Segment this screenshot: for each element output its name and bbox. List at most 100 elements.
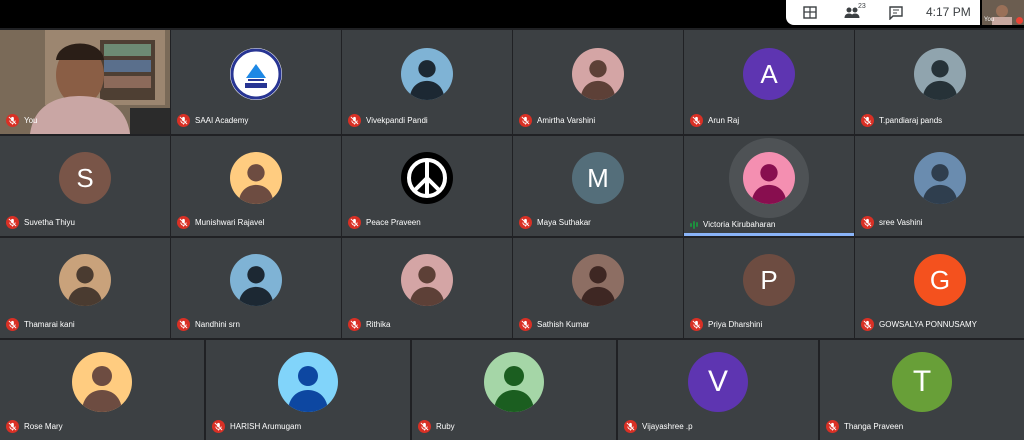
participant-tile[interactable]: P Priya Dharshini [684, 238, 854, 338]
participant-label: SAAI Academy [177, 114, 248, 127]
peace-icon [401, 152, 453, 204]
participant-label: Victoria Kirubaharan [690, 220, 775, 229]
participant-tile[interactable]: Sathish Kumar [513, 238, 683, 338]
mic-off-icon [861, 216, 874, 229]
participant-tile[interactable]: Victoria Kirubaharan [684, 136, 854, 236]
participant-name: Thamarai kani [24, 320, 75, 329]
mic-off-icon [6, 420, 19, 433]
participant-label: sree Vashini [861, 216, 922, 229]
participant-tile[interactable]: V Vijayashree .p [618, 340, 818, 440]
participant-name: Vivekpandi Pandi [366, 116, 428, 125]
mic-off-icon [861, 318, 874, 331]
participant-tile[interactable]: T Thanga Praveen [820, 340, 1024, 440]
participant-name: Munishwari Rajavel [195, 218, 265, 227]
avatar-initial: M [572, 152, 624, 204]
participant-name: Amirtha Varshini [537, 116, 596, 125]
participant-tile[interactable]: Rose Mary [0, 340, 204, 440]
participant-name: Maya Suthakar [537, 218, 591, 227]
audio-level-icon [690, 220, 698, 229]
avatar-initial: G [914, 254, 966, 306]
participant-label: Rose Mary [6, 420, 63, 433]
participant-name: SAAI Academy [195, 116, 249, 125]
mic-off-icon [519, 318, 532, 331]
participant-tile[interactable]: G GOWSALYA PONNUSAMY [855, 238, 1024, 338]
avatar-photo [230, 254, 282, 306]
participant-label: Priya Dharshini [690, 318, 762, 331]
meeting-details-icon[interactable] [802, 5, 818, 20]
avatar-photo [484, 352, 544, 412]
participant-tile[interactable]: HARISH Arumugam [206, 340, 410, 440]
participant-name: Arun Raj [708, 116, 740, 125]
participant-tile[interactable]: Rithika [342, 238, 512, 338]
participant-name: Sathish Kumar [537, 320, 590, 329]
mic-off-icon [6, 216, 19, 229]
participant-name: Nandhini srn [195, 320, 240, 329]
mic-off-icon [1016, 17, 1023, 24]
mic-off-icon [519, 114, 532, 127]
participant-tile[interactable]: Ruby [412, 340, 616, 440]
avatar-initial: V [688, 352, 748, 412]
avatar-photo [401, 254, 453, 306]
participant-tile[interactable]: T.pandiaraj pands [855, 30, 1024, 134]
self-view-thumbnail[interactable]: You [982, 0, 1024, 25]
participant-tile[interactable]: Nandhini srn [171, 238, 341, 338]
self-view-label: You [984, 17, 995, 23]
participant-label: Maya Suthakar [519, 216, 591, 229]
avatar-photo [572, 48, 624, 100]
avatar-photo [59, 254, 111, 306]
participant-name: Rithika [366, 320, 391, 329]
participant-tile[interactable]: Peace Praveen [342, 136, 512, 236]
participant-label: You [6, 114, 38, 127]
active-speaker-bar [684, 233, 854, 236]
mic-off-icon [519, 216, 532, 229]
participant-tile[interactable]: You [0, 30, 170, 134]
participant-label: Suvetha Thiyu [6, 216, 75, 229]
participant-tile[interactable]: M Maya Suthakar [513, 136, 683, 236]
participant-label: Vijayashree .p [624, 420, 693, 433]
mic-off-icon [348, 216, 361, 229]
participant-tile[interactable]: sree Vashini [855, 136, 1024, 236]
mic-off-icon [212, 420, 225, 433]
mic-off-icon [348, 114, 361, 127]
participant-name: You [24, 116, 38, 125]
clock-time: 4:17 PM [926, 5, 971, 19]
avatar-initial: S [59, 152, 111, 204]
mic-off-icon [624, 420, 637, 433]
mic-off-icon [690, 114, 703, 127]
participant-name: GOWSALYA PONNUSAMY [879, 320, 977, 329]
academy-logo [230, 48, 282, 100]
chat-icon[interactable] [888, 5, 904, 20]
participant-tile[interactable]: Vivekpandi Pandi [342, 30, 512, 134]
avatar-initial: A [743, 48, 795, 100]
participant-tile[interactable]: Amirtha Varshini [513, 30, 683, 134]
avatar-photo [914, 48, 966, 100]
participant-name: Thanga Praveen [844, 422, 904, 431]
participant-tile[interactable]: Thamarai kani [0, 238, 170, 338]
participant-label: T.pandiaraj pands [861, 114, 942, 127]
avatar-initial: P [743, 254, 795, 306]
participant-label: Vivekpandi Pandi [348, 114, 428, 127]
avatar-photo [743, 152, 795, 204]
participant-label: Nandhini srn [177, 318, 240, 331]
participant-tile[interactable]: SAAI Academy [171, 30, 341, 134]
participant-tile[interactable]: A Arun Raj [684, 30, 854, 134]
participant-name: Suvetha Thiyu [24, 218, 75, 227]
mic-off-icon [418, 420, 431, 433]
participant-count: 23 [858, 3, 866, 10]
mic-off-icon [177, 114, 190, 127]
participant-tile[interactable]: S Suvetha Thiyu [0, 136, 170, 236]
participant-label: Amirtha Varshini [519, 114, 595, 127]
participant-label: Ruby [418, 420, 455, 433]
mic-off-icon [690, 318, 703, 331]
participant-label: Arun Raj [690, 114, 739, 127]
participant-name: sree Vashini [879, 218, 923, 227]
participant-tile[interactable]: Munishwari Rajavel [171, 136, 341, 236]
meeting-toolbar: 23 4:17 PM [786, 0, 980, 25]
mic-off-icon [177, 318, 190, 331]
participant-name: Peace Praveen [366, 218, 421, 227]
mic-off-icon [348, 318, 361, 331]
participant-label: Rithika [348, 318, 390, 331]
avatar-photo [72, 352, 132, 412]
mic-off-icon [177, 216, 190, 229]
participant-label: Munishwari Rajavel [177, 216, 264, 229]
